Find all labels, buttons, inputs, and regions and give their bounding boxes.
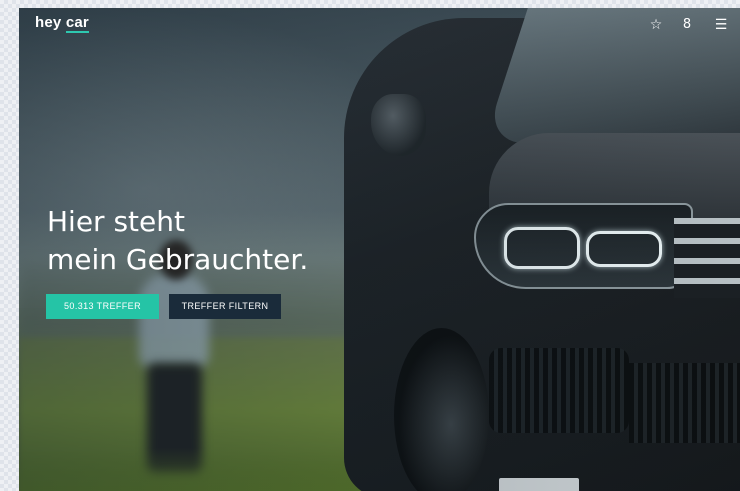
logo-text-hey: hey: [35, 14, 62, 31]
logo-text-car-label: car: [65, 14, 89, 31]
filter-results-button[interactable]: TREFFER FILTERN: [169, 294, 281, 319]
user-icon[interactable]: 8: [678, 16, 696, 34]
results-count-button[interactable]: 50.313 TREFFER: [46, 294, 159, 319]
menu-icon[interactable]: ☰: [712, 16, 730, 34]
headline-line-2: mein Gebrauchter.: [47, 243, 309, 276]
logo-text-car: car: [65, 14, 89, 33]
headline-line-1: Hier steht: [47, 205, 185, 238]
hero-viewport: hey car ☆ 8 ☰ Hier steht mein Gebrauchte…: [19, 8, 740, 491]
heycar-logo[interactable]: hey car: [35, 14, 89, 33]
logo-underline: [65, 31, 89, 33]
star-icon[interactable]: ☆: [647, 16, 665, 34]
hero-headline: Hier steht mein Gebrauchter.: [47, 203, 308, 279]
